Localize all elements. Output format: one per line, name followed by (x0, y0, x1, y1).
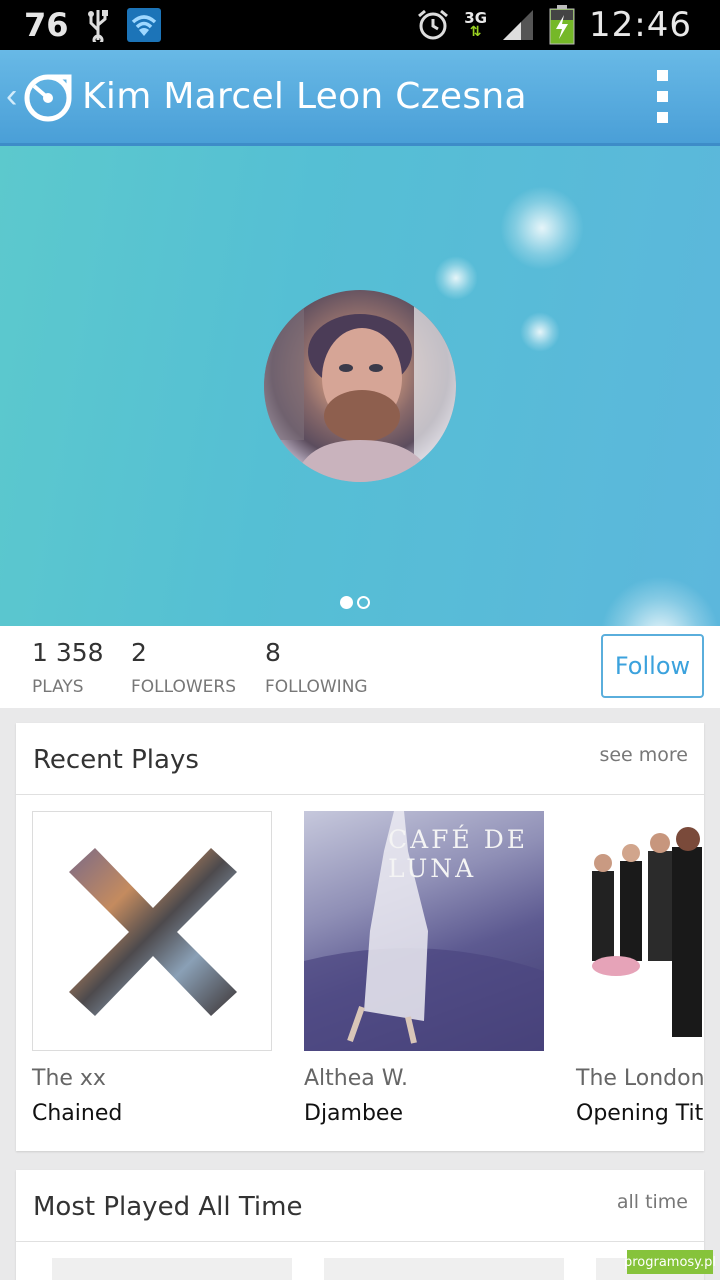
notification-count: 76 (24, 6, 69, 44)
recent-plays-title: Recent Plays (33, 745, 199, 775)
track-title: Opening Tit (576, 1101, 704, 1126)
album-cover: CAFÉ DE LUNA (304, 811, 544, 1051)
bokeh-light (600, 576, 720, 626)
pager-dot (357, 596, 370, 609)
followers-count: 2 (131, 638, 147, 667)
track-item[interactable]: CAFÉ DE LUNA Althea W. Djambee (304, 811, 544, 1126)
avatar-photo (264, 290, 456, 482)
wifi-icon (126, 8, 161, 42)
most-played-card: Most Played All Time all time (16, 1170, 704, 1280)
following-stat[interactable]: 8 FOLLOWING (265, 638, 368, 697)
bokeh-light (434, 256, 478, 300)
followers-label: FOLLOWERS (131, 677, 237, 697)
avatar[interactable] (264, 290, 456, 482)
action-bar: ‹ Kim Marcel Leon Czesna (0, 50, 720, 146)
track-title: Djambee (304, 1101, 403, 1126)
track-artist: The xx (32, 1066, 106, 1091)
watermark: programosy.pl (624, 1250, 716, 1274)
network-indicator: 3G ⇅ (464, 9, 488, 40)
alarm-icon (418, 9, 449, 40)
plays-count: 1 358 (32, 638, 104, 667)
followers-stat[interactable]: 2 FOLLOWERS (131, 638, 236, 697)
track-title: Chained (32, 1101, 123, 1126)
album-cover-placeholder[interactable] (324, 1258, 564, 1280)
following-label: FOLLOWING (265, 677, 368, 697)
back-chevron-icon[interactable]: ‹ (0, 77, 22, 116)
profile-stats: 1 358 PLAYS 2 FOLLOWERS 8 FOLLOWING Foll… (0, 626, 720, 708)
album-cover-text: CAFÉ DE LUNA (388, 825, 529, 883)
bokeh-light (500, 186, 584, 270)
plays-label: PLAYS (32, 677, 84, 697)
follow-button[interactable]: Follow (601, 634, 704, 698)
overflow-menu-button[interactable] (632, 62, 692, 132)
track-artist: Althea W. (304, 1066, 408, 1091)
app-logo-icon[interactable] (22, 71, 74, 123)
profile-header[interactable] (0, 146, 720, 626)
album-cover (32, 811, 272, 1051)
recent-plays-header: Recent Plays see more (16, 723, 704, 795)
recent-plays-card: Recent Plays see more The xx Chained CAF… (16, 723, 704, 1151)
data-arrows-icon: ⇅ (469, 24, 482, 40)
status-bar: 76 3G ⇅ 12:46 (0, 0, 720, 50)
plays-stat[interactable]: 1 358 PLAYS (32, 638, 104, 697)
album-cover-placeholder[interactable] (52, 1258, 292, 1280)
track-artist: The London (576, 1066, 704, 1091)
pager-indicator (340, 596, 370, 609)
page-title: Kim Marcel Leon Czesna (82, 76, 527, 117)
track-item[interactable]: The xx Chained (32, 811, 272, 1126)
most-played-header: Most Played All Time all time (16, 1170, 704, 1242)
track-item[interactable]: The London Opening Tit (576, 811, 704, 1126)
album-cover (576, 811, 704, 1051)
album-art-people (592, 827, 702, 1037)
pager-dot-active (340, 596, 353, 609)
overflow-menu-icon (656, 70, 668, 81)
see-more-link[interactable]: see more (599, 744, 688, 766)
all-time-filter[interactable]: all time (617, 1191, 688, 1213)
battery-charging-icon (549, 5, 575, 45)
clock: 12:46 (589, 5, 692, 45)
signal-icon (503, 10, 534, 40)
most-played-title: Most Played All Time (33, 1192, 303, 1222)
following-count: 8 (265, 638, 281, 667)
usb-icon (87, 10, 108, 42)
bokeh-light (520, 312, 560, 352)
album-art-x (69, 848, 237, 1016)
